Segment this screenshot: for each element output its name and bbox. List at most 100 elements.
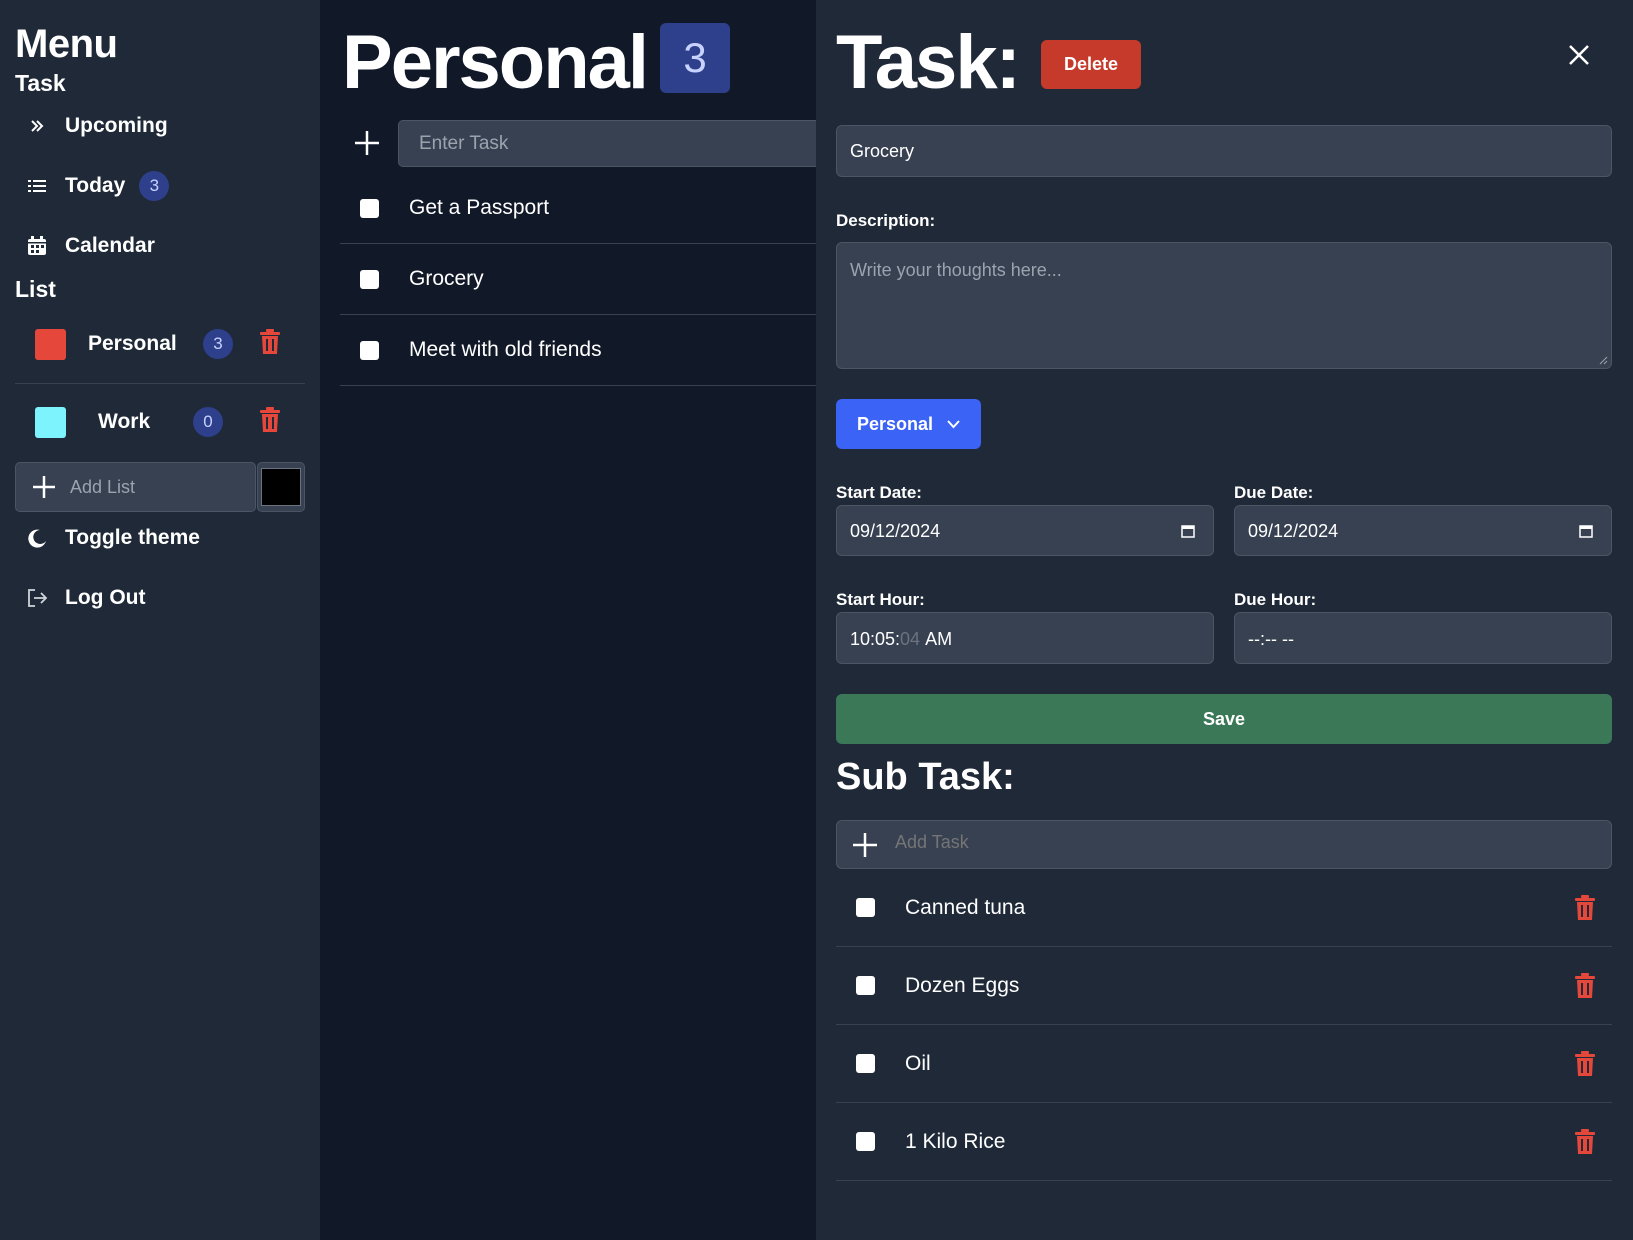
today-count-badge: 3 — [139, 171, 170, 201]
trash-icon[interactable] — [259, 329, 281, 355]
task-section-heading: Task — [15, 70, 66, 96]
logout-icon — [26, 587, 48, 609]
calendar-icon[interactable] — [1181, 524, 1195, 538]
delete-task-button[interactable]: Delete — [1041, 40, 1141, 89]
subtask-checkbox[interactable] — [856, 898, 875, 917]
nav-upcoming-label: Upcoming — [65, 114, 168, 137]
description-placeholder: Write your thoughts here... — [850, 260, 1062, 280]
trash-icon[interactable] — [1574, 895, 1596, 921]
nav-today-label: Today — [65, 174, 126, 197]
subtask-label: Canned tuna — [905, 895, 1026, 919]
list-color-picker[interactable] — [257, 462, 305, 512]
subtask-label: Dozen Eggs — [905, 973, 1020, 997]
task-label: Meet with old friends — [409, 338, 602, 361]
description-label: Description: — [836, 211, 936, 230]
add-subtask-field[interactable] — [836, 820, 1612, 869]
subtask-row[interactable]: 1 Kilo Rice — [836, 1103, 1612, 1181]
subtask-label: Oil — [905, 1051, 931, 1075]
list-item-work[interactable]: Work 0 — [15, 385, 305, 459]
panel-title: Task: — [836, 20, 1021, 105]
list-count-badge: 0 — [193, 407, 223, 437]
add-subtask-input[interactable] — [895, 832, 1495, 853]
nav-calendar-label: Calendar — [65, 234, 155, 257]
subtask-row[interactable]: Oil — [836, 1025, 1612, 1103]
trash-icon[interactable] — [1574, 1051, 1596, 1077]
task-checkbox[interactable] — [360, 269, 379, 289]
color-preview — [261, 468, 301, 506]
due-hour-input[interactable]: --:-- -- — [1234, 612, 1612, 664]
save-button[interactable]: Save — [836, 694, 1612, 744]
start-date-value: 09/12/2024 — [850, 521, 941, 541]
subtask-checkbox[interactable] — [856, 976, 875, 995]
plus-icon[interactable] — [354, 130, 380, 161]
subtask-row[interactable]: Dozen Eggs — [836, 947, 1612, 1025]
start-hour-hm: 10:05: — [850, 629, 901, 649]
subtask-label: 1 Kilo Rice — [905, 1129, 1006, 1153]
sidebar: Menu Task Upcoming Today 3 Calendar List… — [0, 0, 320, 1240]
due-date-label: Due Date: — [1234, 483, 1314, 502]
task-checkbox[interactable] — [360, 198, 379, 218]
close-icon[interactable] — [1564, 40, 1594, 70]
log-out-button[interactable]: Log Out — [26, 578, 145, 618]
list-section-heading: List — [15, 276, 56, 302]
moon-icon — [26, 527, 48, 549]
due-hour-label: Due Hour: — [1234, 590, 1317, 609]
toggle-theme-button[interactable]: Toggle theme — [26, 518, 200, 558]
due-date-input[interactable]: 09/12/2024 — [1234, 505, 1612, 556]
trash-icon[interactable] — [1574, 1129, 1596, 1155]
list-item-personal[interactable]: Personal 3 — [15, 307, 305, 381]
start-hour-ampm: AM — [925, 629, 953, 649]
list-select-dropdown[interactable]: Personal — [836, 399, 981, 449]
subtask-checkbox[interactable] — [856, 1132, 875, 1151]
double-chevron-right-icon — [26, 115, 48, 137]
start-date-input[interactable]: 09/12/2024 — [836, 505, 1214, 556]
nav-upcoming[interactable]: Upcoming — [26, 106, 168, 146]
due-date-value: 09/12/2024 — [1248, 521, 1339, 541]
chevron-down-icon — [947, 419, 960, 428]
task-name-field[interactable]: Grocery — [836, 125, 1612, 177]
menu-title: Menu — [15, 22, 118, 66]
subtask-row[interactable]: Canned tuna — [836, 869, 1612, 947]
task-label: Grocery — [409, 267, 484, 290]
new-task-input[interactable] — [398, 120, 816, 167]
task-row[interactable]: Grocery — [340, 244, 816, 315]
task-row[interactable]: Get a Passport — [340, 173, 816, 244]
list-divider — [15, 383, 305, 384]
trash-icon[interactable] — [1574, 973, 1596, 999]
start-hour-input[interactable]: 10:05:04 AM — [836, 612, 1214, 664]
task-detail-panel: Task: Delete Grocery Description: Write … — [816, 0, 1633, 1240]
start-hour-label: Start Hour: — [836, 590, 925, 609]
start-hour-seconds: 04 — [900, 629, 921, 649]
subtask-title: Sub Task: — [836, 756, 1015, 798]
task-name-value: Grocery — [850, 141, 915, 161]
add-list-input[interactable] — [70, 476, 240, 498]
add-list-field[interactable] — [15, 462, 256, 512]
subtask-checkbox[interactable] — [856, 1054, 875, 1073]
new-task-row — [342, 120, 816, 167]
nav-today[interactable]: Today 3 — [26, 166, 170, 206]
nav-calendar[interactable]: Calendar — [26, 226, 155, 266]
list-color-swatch — [35, 328, 66, 360]
log-out-label: Log Out — [65, 586, 146, 609]
list-name: Personal — [88, 332, 177, 355]
plus-icon[interactable] — [852, 832, 878, 863]
list-task-count: 3 — [660, 23, 730, 93]
list-select-value: Personal — [856, 413, 934, 434]
list-icon — [26, 175, 48, 197]
task-list-view: Personal 3 Get a Passport Grocery Meet w… — [320, 0, 816, 1240]
start-date-label: Start Date: — [836, 483, 922, 502]
description-textarea[interactable]: Write your thoughts here... — [836, 242, 1612, 369]
task-row[interactable]: Meet with old friends — [340, 315, 816, 386]
start-hour-value: 10:05:04 AM — [850, 629, 952, 650]
plus-icon[interactable] — [32, 475, 56, 499]
task-checkbox[interactable] — [360, 340, 379, 360]
due-hour-value: --:-- -- — [1248, 629, 1294, 649]
list-title: Personal — [342, 20, 649, 105]
list-count-badge: 3 — [203, 329, 233, 359]
resize-handle-icon[interactable] — [1598, 355, 1608, 365]
calendar-icon[interactable] — [1579, 524, 1593, 538]
list-color-swatch — [35, 406, 66, 438]
calendar-icon — [26, 235, 48, 257]
toggle-theme-label: Toggle theme — [65, 526, 200, 549]
trash-icon[interactable] — [259, 407, 281, 433]
